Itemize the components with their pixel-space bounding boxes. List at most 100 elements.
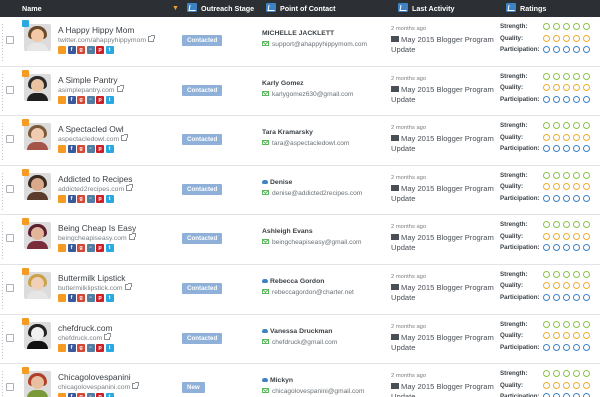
rating-dot[interactable] bbox=[563, 183, 570, 191]
pinterest-icon[interactable]: p bbox=[96, 393, 104, 397]
rating-dot[interactable] bbox=[583, 72, 590, 80]
rating-dot[interactable] bbox=[543, 232, 550, 240]
rating-dot[interactable] bbox=[563, 293, 570, 301]
google-plus-icon[interactable]: g bbox=[77, 194, 85, 203]
strength-rating[interactable] bbox=[543, 122, 593, 130]
quality-rating[interactable] bbox=[543, 84, 593, 92]
rating-dot[interactable] bbox=[583, 46, 590, 53]
strength-rating[interactable] bbox=[543, 221, 593, 229]
google-plus-icon[interactable]: g bbox=[77, 343, 85, 352]
table-row[interactable]: A Happy Hippy Mom twitter.com/ahappyhipp… bbox=[0, 17, 600, 67]
participation-rating[interactable] bbox=[543, 95, 593, 103]
participation-rating[interactable] bbox=[543, 244, 593, 252]
rating-dot[interactable] bbox=[553, 133, 560, 141]
rating-dot[interactable] bbox=[583, 320, 590, 328]
table-row[interactable]: Buttermilk Lipstick buttermilklipstick.c… bbox=[0, 264, 600, 315]
row-checkbox[interactable] bbox=[6, 234, 14, 243]
rating-dot[interactable] bbox=[573, 393, 580, 397]
rating-dot[interactable] bbox=[563, 145, 570, 153]
activity-title-cont[interactable]: Update bbox=[391, 144, 416, 153]
outreach-stage-badge[interactable]: Contacted bbox=[182, 84, 223, 96]
facebook-icon[interactable]: f bbox=[67, 145, 76, 154]
pinterest-icon[interactable]: p bbox=[96, 293, 104, 302]
rating-dot[interactable] bbox=[543, 72, 550, 80]
rating-dot[interactable] bbox=[563, 133, 570, 141]
drag-handle[interactable] bbox=[1, 23, 4, 61]
quality-rating[interactable] bbox=[543, 332, 593, 340]
rating-dot[interactable] bbox=[553, 46, 560, 53]
rating-dot[interactable] bbox=[553, 95, 560, 103]
rating-dot[interactable] bbox=[553, 232, 560, 240]
rating-dot[interactable] bbox=[543, 282, 550, 290]
rating-dot[interactable] bbox=[583, 133, 590, 141]
twitter-icon[interactable]: t bbox=[105, 46, 114, 54]
rating-dot[interactable] bbox=[573, 194, 580, 202]
rating-dot[interactable] bbox=[583, 282, 590, 290]
rating-dot[interactable] bbox=[543, 145, 550, 153]
outreach-stage-badge[interactable]: Contacted bbox=[182, 282, 223, 294]
rating-dot[interactable] bbox=[543, 122, 550, 130]
rating-dot[interactable] bbox=[563, 34, 570, 42]
rating-dot[interactable] bbox=[543, 221, 550, 229]
column-header-name[interactable]: Name bbox=[22, 0, 42, 17]
rating-dot[interactable] bbox=[553, 343, 560, 351]
rating-dot[interactable] bbox=[543, 393, 550, 397]
rating-dot[interactable] bbox=[563, 232, 570, 240]
rating-dot[interactable] bbox=[553, 393, 560, 397]
drag-handle[interactable] bbox=[1, 370, 4, 397]
rating-dot[interactable] bbox=[563, 244, 570, 252]
rating-dot[interactable] bbox=[543, 34, 550, 42]
sort-desc-icon[interactable]: ▼ bbox=[172, 0, 179, 17]
activity-title-cont[interactable]: Update bbox=[391, 95, 416, 104]
rating-dot[interactable] bbox=[553, 194, 560, 202]
rating-dot[interactable] bbox=[583, 221, 590, 229]
rating-dot[interactable] bbox=[583, 194, 590, 202]
twitter-icon[interactable]: t bbox=[105, 145, 114, 154]
quality-rating[interactable] bbox=[543, 34, 593, 42]
facebook-icon[interactable]: f bbox=[67, 343, 76, 352]
rating-dot[interactable] bbox=[563, 381, 570, 389]
rating-dot[interactable] bbox=[543, 370, 550, 378]
rating-dot[interactable] bbox=[583, 343, 590, 351]
strength-rating[interactable] bbox=[543, 23, 593, 30]
instagram-icon[interactable]: ▫ bbox=[86, 393, 95, 397]
participation-rating[interactable] bbox=[543, 145, 593, 153]
rating-dot[interactable] bbox=[553, 23, 560, 30]
rating-dot[interactable] bbox=[583, 34, 590, 42]
blog-url-link[interactable]: asimplepantry.com bbox=[58, 84, 124, 94]
contact-email[interactable]: support@ahappyhippymom.com bbox=[262, 41, 367, 48]
table-row[interactable]: A Spectacled Owl aspectacledowl.com f g ▫ p… bbox=[0, 116, 600, 166]
outreach-stage-badge[interactable]: Contacted bbox=[182, 134, 223, 146]
google-plus-icon[interactable]: g bbox=[77, 293, 85, 302]
pinterest-icon[interactable]: p bbox=[96, 95, 104, 104]
rating-dot[interactable] bbox=[583, 23, 590, 30]
table-row[interactable]: chefdruck.com chefdruck.com f g ▫ p t Contac… bbox=[0, 314, 600, 365]
blog-name[interactable]: A Simple Pantry bbox=[58, 75, 118, 85]
activity-title-cont[interactable]: Update bbox=[391, 45, 416, 54]
rating-dot[interactable] bbox=[553, 34, 560, 42]
rating-dot[interactable] bbox=[573, 381, 580, 389]
twitter-icon[interactable]: t bbox=[105, 293, 114, 302]
rating-dot[interactable] bbox=[583, 232, 590, 240]
activity-title[interactable]: May 2015 Blogger Program bbox=[391, 283, 494, 292]
activity-title[interactable]: May 2015 Blogger Program bbox=[391, 333, 494, 342]
blog-name[interactable]: Being Cheap Is Easy bbox=[58, 223, 136, 233]
row-checkbox[interactable] bbox=[6, 184, 14, 193]
rating-dot[interactable] bbox=[573, 332, 580, 340]
rating-dot[interactable] bbox=[553, 171, 560, 179]
rating-dot[interactable] bbox=[563, 194, 570, 202]
activity-title[interactable]: May 2015 Blogger Program bbox=[391, 233, 494, 242]
participation-rating[interactable] bbox=[543, 343, 593, 351]
rating-dot[interactable] bbox=[583, 381, 590, 389]
column-header-outreach-stage[interactable]: Outreach Stage bbox=[187, 0, 254, 17]
rating-dot[interactable] bbox=[583, 393, 590, 397]
rating-dot[interactable] bbox=[563, 46, 570, 53]
rating-dot[interactable] bbox=[563, 95, 570, 103]
rss-icon[interactable] bbox=[58, 46, 66, 54]
rating-dot[interactable] bbox=[573, 145, 580, 153]
rss-icon[interactable] bbox=[58, 343, 66, 352]
google-plus-icon[interactable]: g bbox=[77, 244, 85, 253]
quality-rating[interactable] bbox=[543, 232, 593, 240]
blog-url-link[interactable]: addicted2recipes.com bbox=[58, 183, 134, 193]
rating-dot[interactable] bbox=[573, 34, 580, 42]
